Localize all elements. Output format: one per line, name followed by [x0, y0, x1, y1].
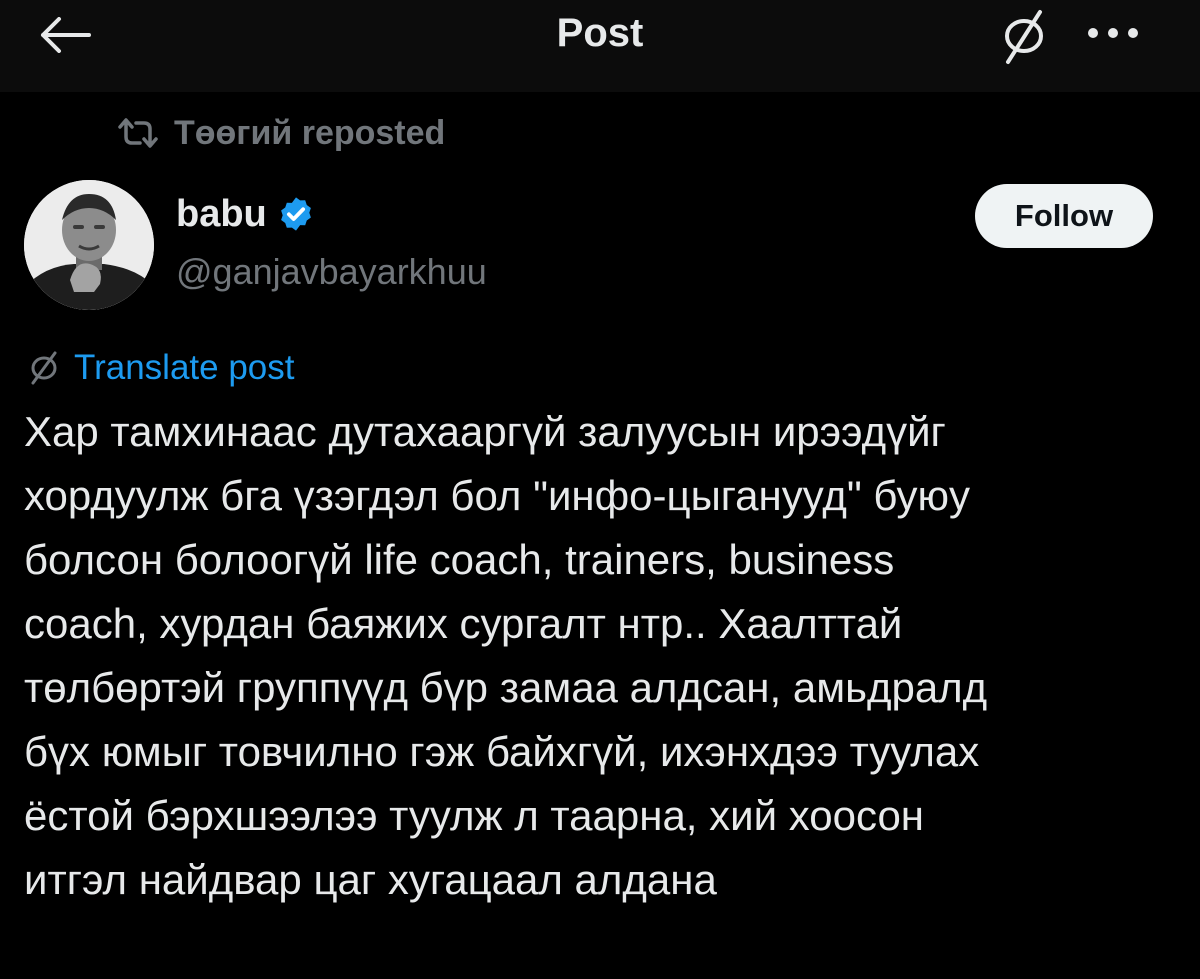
translate-button[interactable] [992, 4, 1056, 68]
avatar[interactable] [24, 180, 154, 310]
arrow-left-icon [41, 17, 91, 53]
verified-badge-icon [280, 197, 311, 231]
more-options-button[interactable] [1080, 10, 1146, 56]
follow-button[interactable]: Follow [975, 184, 1153, 248]
post-text-line: төлбөртэй группүүд бүр замаа алдсан, амь… [24, 664, 988, 711]
repost-icon [118, 118, 158, 148]
translate-icon [1005, 10, 1043, 64]
author-handle[interactable]: @ganjavbayarkhuu [176, 250, 487, 294]
post-text-line: Хар тамхинаас дутахааргүй залуусын ирээд… [24, 408, 946, 455]
repost-indicator: Төөгий reposted [116, 108, 445, 158]
translate-icon [31, 351, 57, 385]
post-text-line: болсон болоогүй life coach, trainers, bu… [24, 536, 895, 583]
back-button[interactable] [32, 10, 98, 60]
post-text-line: хордуулж бга үзэгдэл бол "инфо-цыганууд"… [24, 472, 971, 519]
post-text: Хар тамхинаас дутахааргүй залуусын ирээд… [24, 400, 1184, 912]
avatar-photo [24, 180, 154, 310]
translate-post-label: Translate post [74, 348, 295, 387]
repost-text[interactable]: Төөгий reposted [174, 114, 445, 153]
post-text-line: бүх юмыг товчилно гэж байхгүй, ихэнхдээ … [24, 728, 980, 775]
post-text-line: coach, хурдан баяжих сургалт нтр.. Хаалт… [24, 600, 903, 647]
post-text-line: ёстой бэрхшээлээ туулж л таарна, хий хоо… [24, 792, 925, 839]
post-text-line: итгэл найдвар цаг хугацаал алдана [24, 856, 717, 903]
more-horizontal-icon [1088, 28, 1138, 38]
author-name-row: babu [176, 192, 315, 236]
top-bar: Post [0, 0, 1200, 92]
translate-post-link[interactable]: Translate post [28, 344, 294, 392]
display-name[interactable]: babu [176, 192, 267, 236]
